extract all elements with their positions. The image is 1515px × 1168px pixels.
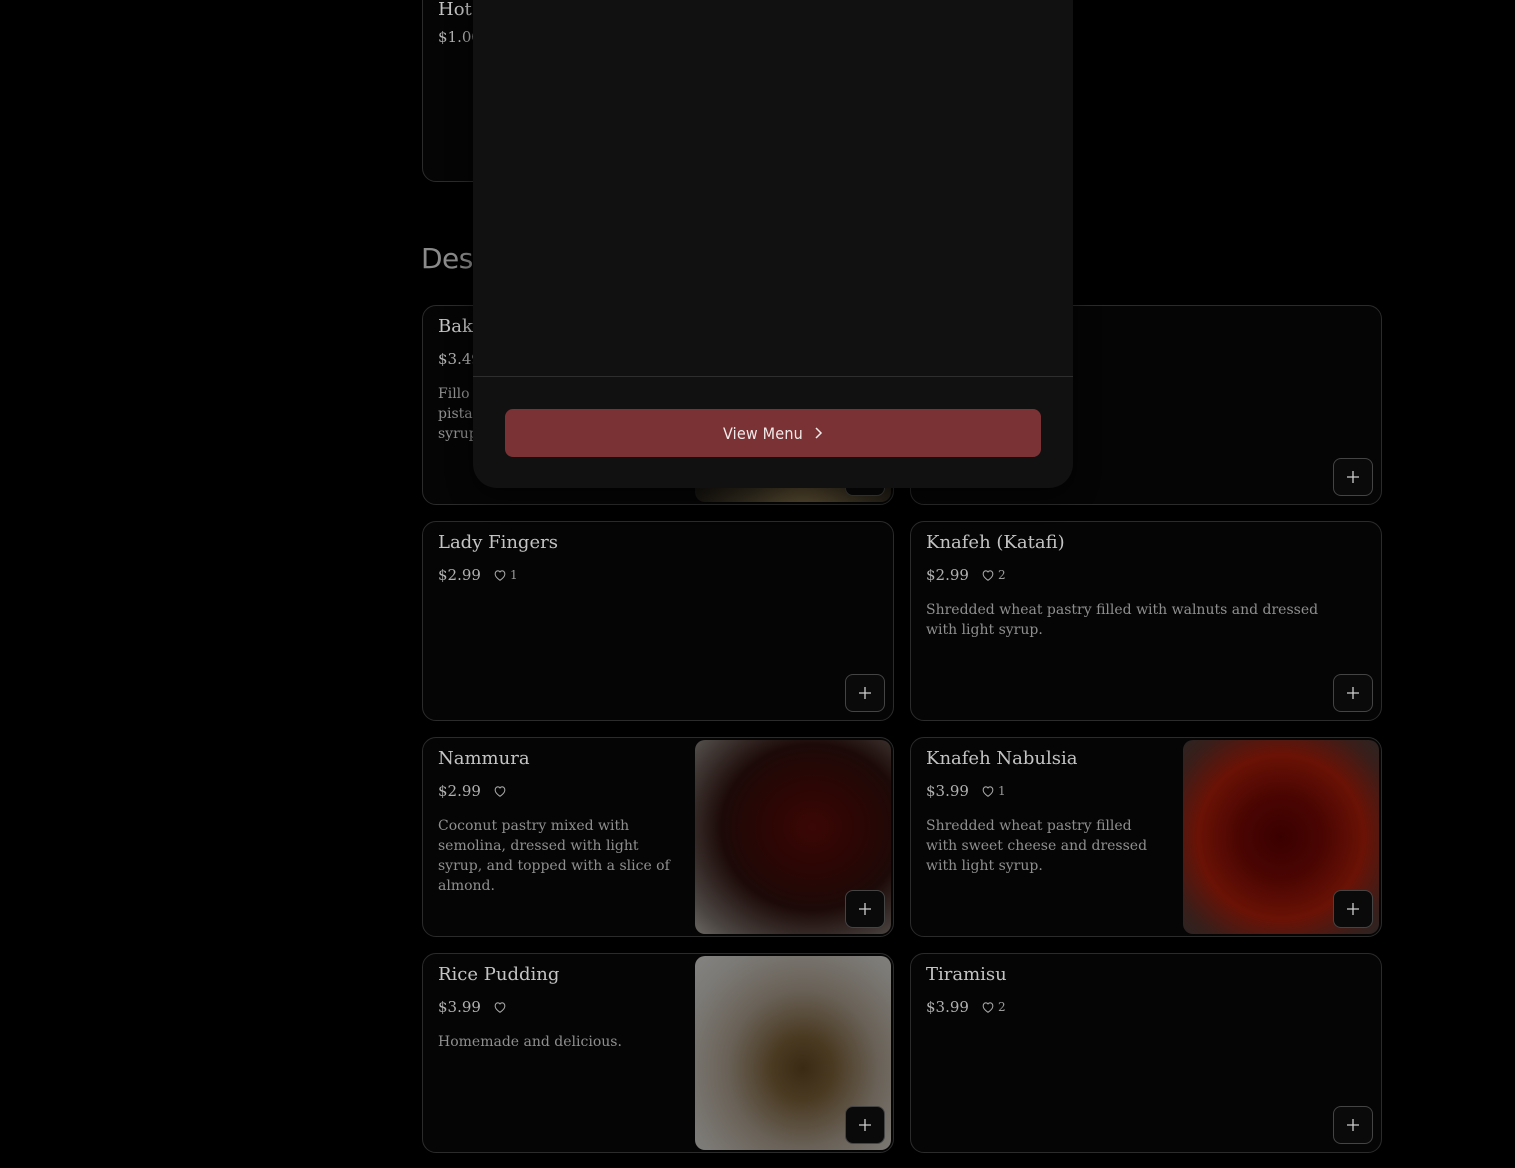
like-button[interactable]: 2 — [981, 568, 1006, 582]
menu-item-card[interactable]: Tiramisu $3.99 2 — [910, 953, 1382, 1153]
heart-icon — [982, 1002, 994, 1013]
like-count: 2 — [997, 1000, 1006, 1014]
menu-item-card[interactable]: Knafeh (Katafi) $2.99 2 Shredded wheat p… — [910, 521, 1382, 721]
item-price: $3.99 — [926, 782, 969, 800]
menu-item-card[interactable]: Rice Pudding $3.99 Homemade and deliciou… — [422, 953, 894, 1153]
item-name: Lady Fingers — [438, 532, 558, 553]
item-price-row: $3.99 2 — [926, 998, 1006, 1016]
item-name: Nammura — [438, 748, 530, 769]
menu-item-card[interactable]: Lady Fingers $2.99 1 — [422, 521, 894, 721]
menu-item-card[interactable]: Knafeh Nabulsia $3.99 1 Shredded wheat p… — [910, 737, 1382, 937]
item-price-row: $2.99 2 — [926, 566, 1006, 584]
like-button[interactable]: 2 — [981, 1000, 1006, 1014]
item-price-row: $3.99 — [438, 998, 510, 1016]
plus-icon — [1347, 687, 1359, 699]
plus-icon — [859, 903, 871, 915]
item-name: Knafeh Nabulsia — [926, 748, 1078, 769]
menu-page: Hot $1.00 Desserts Baklava $3.49 Fillo p… — [0, 0, 1515, 1168]
plus-icon — [859, 1119, 871, 1131]
item-price: $2.99 — [438, 566, 481, 584]
add-to-cart-button[interactable] — [1333, 674, 1373, 712]
item-description: Shredded wheat pastry filled with sweet … — [926, 818, 1148, 874]
add-to-cart-button[interactable] — [1333, 458, 1373, 496]
item-description: Shredded wheat pastry filled with walnut… — [926, 602, 1319, 638]
item-price-row: $2.99 — [438, 782, 510, 800]
like-count: 2 — [997, 568, 1006, 582]
item-name: Hot — [438, 0, 472, 20]
item-description: Homemade and delicious. — [438, 1034, 622, 1050]
item-name: Knafeh (Katafi) — [926, 532, 1065, 553]
panel-divider — [473, 376, 1073, 377]
add-to-cart-button[interactable] — [845, 1106, 885, 1144]
chevron-right-icon — [815, 427, 823, 439]
heart-icon — [982, 786, 994, 797]
plus-icon — [1347, 1119, 1359, 1131]
item-price: $3.99 — [926, 998, 969, 1016]
heart-icon — [494, 786, 506, 797]
add-to-cart-button[interactable] — [1333, 890, 1373, 928]
add-to-cart-button[interactable] — [845, 890, 885, 928]
item-price: $2.99 — [438, 782, 481, 800]
item-price-row: $3.99 1 — [926, 782, 1006, 800]
item-price-row: $2.99 1 — [438, 566, 518, 584]
plus-icon — [1347, 903, 1359, 915]
like-button[interactable]: 1 — [493, 568, 518, 582]
like-count: 1 — [997, 784, 1006, 798]
heart-icon — [494, 570, 506, 581]
heart-icon — [982, 570, 994, 581]
plus-icon — [859, 687, 871, 699]
add-to-cart-button[interactable] — [845, 674, 885, 712]
like-button[interactable]: 1 — [981, 784, 1006, 798]
menu-overlay-panel: View Menu — [473, 0, 1073, 488]
item-description: Coconut pastry mixed with semolina, dres… — [438, 818, 670, 894]
like-button[interactable] — [493, 784, 510, 798]
item-price: $2.99 — [926, 566, 969, 584]
item-name: Rice Pudding — [438, 964, 560, 985]
view-menu-button[interactable]: View Menu — [505, 409, 1041, 457]
plus-icon — [1347, 471, 1359, 483]
like-button[interactable] — [493, 1000, 510, 1014]
heart-icon — [494, 1002, 506, 1013]
menu-item-card[interactable]: Nammura $2.99 Coconut pastry mixed with … — [422, 737, 894, 937]
like-count: 1 — [509, 568, 518, 582]
item-name: Tiramisu — [926, 964, 1007, 985]
add-to-cart-button[interactable] — [1333, 1106, 1373, 1144]
view-menu-label: View Menu — [722, 423, 804, 443]
item-price: $3.99 — [438, 998, 481, 1016]
